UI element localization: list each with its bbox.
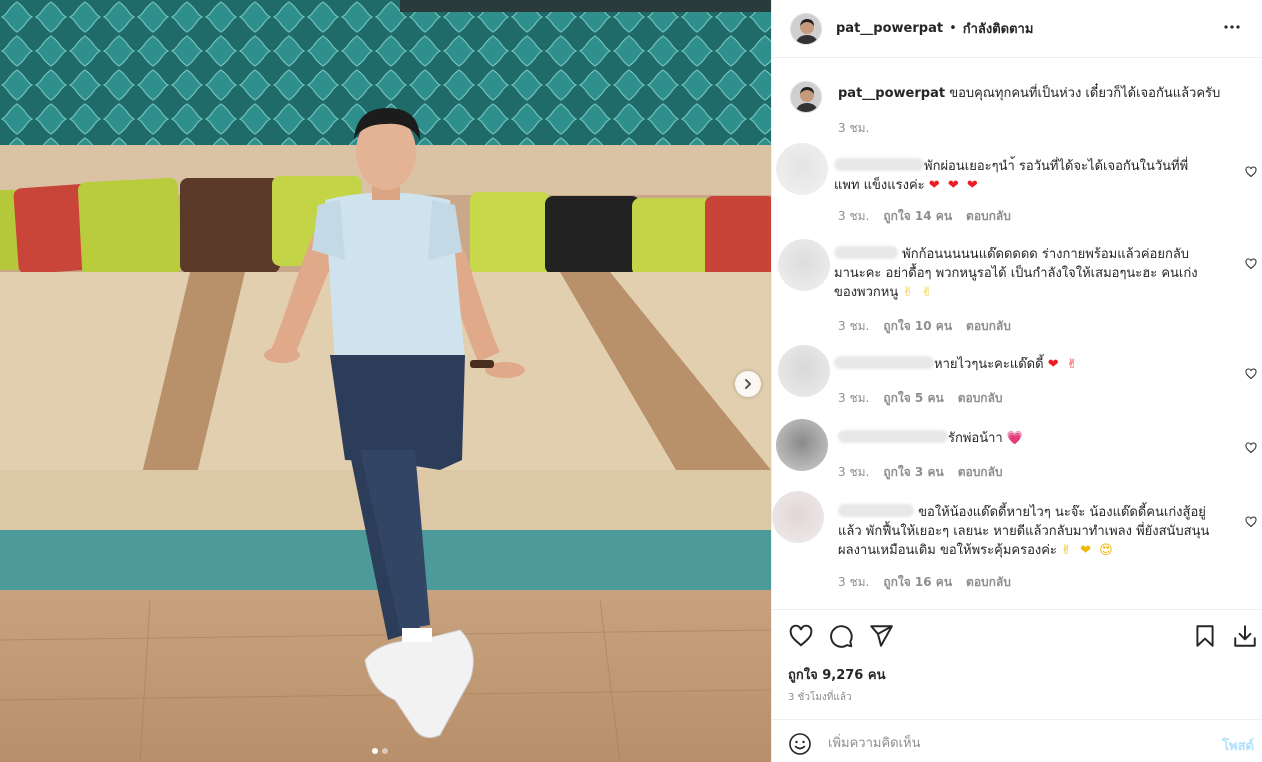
caption-username[interactable]: pat__powerpat <box>838 86 945 101</box>
avatar[interactable] <box>790 12 822 45</box>
caption-avatar[interactable] <box>790 81 822 113</box>
like-button[interactable] <box>788 623 814 649</box>
comment-emoji: 💗 <box>1006 431 1024 446</box>
heart-icon <box>1245 166 1257 178</box>
caption-time: 3 ชม. <box>838 121 870 135</box>
post-photo[interactable] <box>0 0 771 762</box>
comment-emoji: ✌ ✌ <box>902 285 935 300</box>
comment-emoji: ✌ ❤ 😍 <box>1061 543 1115 558</box>
heart-icon <box>1245 442 1257 454</box>
comment-like-button[interactable] <box>1245 163 1257 178</box>
comment-text: หายไวๆนะคะแด๊ดดี้ ❤ ✌ <box>834 355 1209 374</box>
reply-button[interactable]: ตอบกลับ <box>958 389 1003 408</box>
carousel-dot <box>382 748 388 754</box>
avatar[interactable] <box>772 491 824 543</box>
avatar-image <box>791 13 821 44</box>
post-caption: pat__powerpat ขอบคุณทุกคนที่เป็นห่วง เดี… <box>790 81 1230 138</box>
caption-line: pat__powerpat ขอบคุณทุกคนที่เป็นห่วง เดี… <box>838 85 1230 103</box>
caption-text: ขอบคุณทุกคนที่เป็นห่วง เดี๋ยวก็ได้เจอกัน… <box>949 86 1221 101</box>
reply-button[interactable]: ตอบกลับ <box>966 207 1011 226</box>
carousel-indicator <box>372 748 388 754</box>
post-image <box>0 0 771 762</box>
comment-meta: 3 ชม. ถูกใจ 16 คน ตอบกลับ <box>838 573 1011 592</box>
heart-icon <box>789 624 813 647</box>
comment-button[interactable] <box>828 623 854 649</box>
post-comment-button[interactable]: โพสต์ <box>1222 735 1254 756</box>
follow-status-button[interactable]: กำลังติดตาม <box>963 18 1034 39</box>
comment-like-button[interactable] <box>1245 439 1257 454</box>
like-count[interactable]: ถูกใจ 9,276 คน <box>788 664 885 685</box>
share-button[interactable] <box>868 623 894 649</box>
reply-button[interactable]: ตอบกลับ <box>966 573 1011 592</box>
comment-like-button[interactable] <box>1245 513 1257 528</box>
comment-meta: 3 ชม. ถูกใจ 14 คน ตอบกลับ <box>838 207 1011 226</box>
emoji-picker-button[interactable] <box>788 732 812 756</box>
reply-button[interactable]: ตอบกลับ <box>966 317 1011 336</box>
post-time: 3 ชั่วโมงที่แล้ว <box>788 692 852 703</box>
comment-text: พักผ่อนเยอะๆนำ้ รอวันที่ได้จะได้เจอกันใน… <box>834 158 1189 193</box>
more-options-button[interactable] <box>1220 15 1244 43</box>
comment-time: 3 ชม. <box>838 209 870 223</box>
avatar[interactable] <box>778 345 830 397</box>
heart-icon <box>1245 368 1257 380</box>
post-dialog: pat__powerpat • กำลังติดตาม pat__powerpa… <box>0 0 1262 762</box>
comment-like-button[interactable] <box>1245 255 1257 270</box>
comment-icon <box>830 625 853 648</box>
post-side-panel: pat__powerpat • กำลังติดตาม pat__powerpa… <box>771 0 1262 762</box>
next-photo-button[interactable] <box>735 371 761 397</box>
comment-text: พักก้อนนนนนแด๊ดดดดด ร่างกายพร้อมแล้วค่อย… <box>834 246 1198 300</box>
comment-likes[interactable]: ถูกใจ 5 คน <box>883 389 943 408</box>
comment-time: 3 ชม. <box>838 391 870 405</box>
comment-input[interactable] <box>828 732 1198 754</box>
chevron-right-icon <box>745 379 752 389</box>
save-button[interactable] <box>1192 623 1218 649</box>
comment-text: รักพ่อน้าา 💗 <box>838 429 1213 448</box>
separator: • <box>949 21 957 36</box>
comment-likes[interactable]: ถูกใจ 10 คน <box>883 317 952 336</box>
comment-time: 3 ชม. <box>838 575 870 589</box>
add-comment-bar: โพสต์ <box>772 719 1262 762</box>
avatar[interactable] <box>776 419 828 471</box>
comment-meta: 3 ชม. ถูกใจ 5 คน ตอบกลับ <box>838 389 1003 408</box>
carousel-dot-active <box>372 748 378 754</box>
commenter-username-blurred[interactable] <box>834 356 934 369</box>
heart-icon <box>1245 258 1257 270</box>
comment-likes[interactable]: ถูกใจ 14 คน <box>883 207 952 226</box>
commenter-username-blurred[interactable] <box>834 246 898 259</box>
reply-button[interactable]: ตอบกลับ <box>958 463 1003 482</box>
download-button[interactable] <box>1232 623 1258 649</box>
heart-icon <box>1245 516 1257 528</box>
comment-emoji: ❤ ❤ ❤ <box>928 178 980 193</box>
comment-text: ขอให้น้องแด๊ดดี้หายไวๆ นะจ๊ะ น้องแด๊ดดี้… <box>838 504 1210 558</box>
comments-list[interactable]: pat__powerpat ขอบคุณทุกคนที่เป็นห่วง เดี… <box>772 59 1262 609</box>
comment-like-button[interactable] <box>1245 365 1257 380</box>
download-icon <box>1234 625 1256 647</box>
bookmark-icon <box>1196 625 1214 647</box>
avatar[interactable] <box>776 143 828 195</box>
avatar[interactable] <box>778 239 830 291</box>
post-header: pat__powerpat • กำลังติดตาม <box>772 0 1262 58</box>
post-actions: ถูกใจ 9,276 คน 3 ชั่วโมงที่แล้ว <box>772 609 1262 719</box>
commenter-username-blurred[interactable] <box>838 504 914 517</box>
emoji-icon <box>789 733 811 755</box>
commenter-username-blurred[interactable] <box>834 158 924 171</box>
share-icon <box>870 625 893 647</box>
comment-time: 3 ชม. <box>838 465 870 479</box>
comment-likes[interactable]: ถูกใจ 16 คน <box>883 573 952 592</box>
more-icon <box>1224 24 1240 29</box>
caption-meta: 3 ชม. <box>838 119 1230 138</box>
comment-emoji: ❤ ✌ <box>1047 357 1080 372</box>
avatar-image <box>791 82 821 112</box>
commenter-username-blurred[interactable] <box>838 430 948 443</box>
comment-likes[interactable]: ถูกใจ 3 คน <box>883 463 943 482</box>
header-username[interactable]: pat__powerpat <box>836 21 943 36</box>
comment-meta: 3 ชม. ถูกใจ 3 คน ตอบกลับ <box>838 463 1003 482</box>
comment-time: 3 ชม. <box>838 319 870 333</box>
comment-meta: 3 ชม. ถูกใจ 10 คน ตอบกลับ <box>838 317 1011 336</box>
